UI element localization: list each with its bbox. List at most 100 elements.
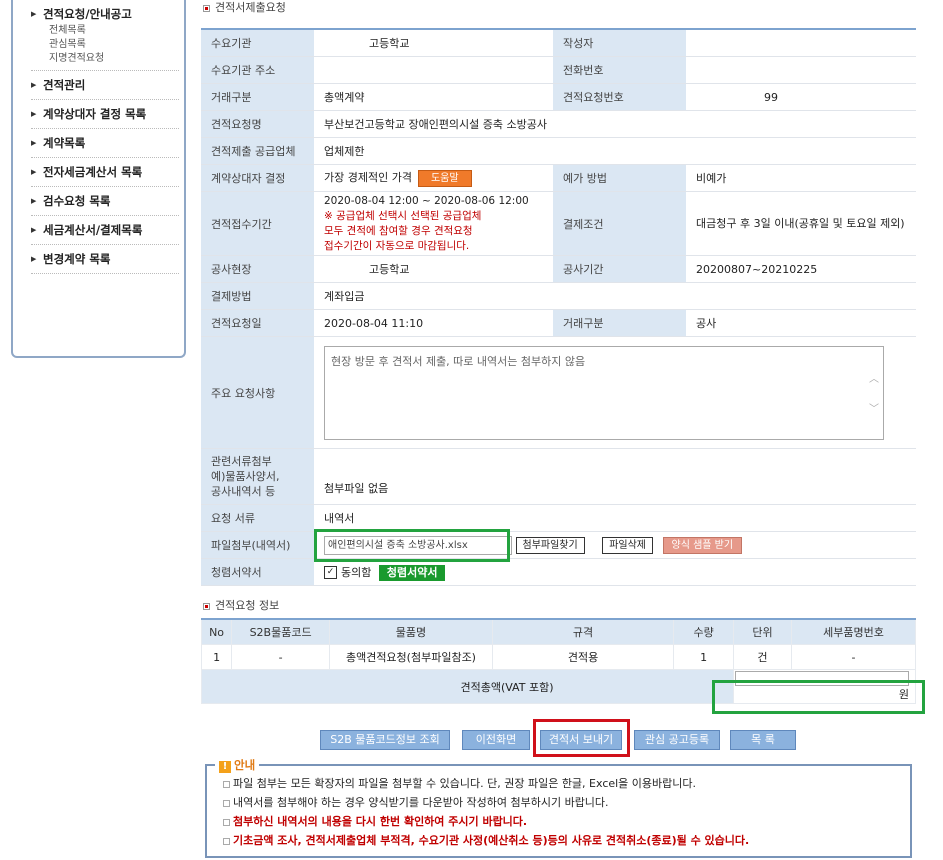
sidebar-submenu: 전체목록 관심목록 지명견적요청 — [31, 24, 179, 70]
col-name: 물품명 — [329, 618, 493, 645]
contract-decision-label: 계약상대자 결정 — [201, 164, 314, 192]
phone-value — [686, 56, 916, 84]
sidebar-item-label[interactable]: 전자세금계산서 목록 — [31, 158, 179, 186]
list-button[interactable]: 목 록 — [730, 730, 796, 750]
work-period-label: 공사기간 — [553, 255, 686, 283]
pay-method-label: 결제방법 — [201, 282, 314, 310]
sidebar-item-label[interactable]: 견적요청/안내공고 — [31, 0, 179, 24]
sidebar-item-label[interactable]: 견적관리 — [31, 71, 179, 99]
supplier-value: 업체제한 — [314, 137, 916, 165]
sidebar-subitem-interest[interactable]: 관심목록 — [49, 38, 179, 52]
writer-label: 작성자 — [553, 29, 686, 57]
send-highlight-box — [533, 719, 630, 757]
request-name-value: 부산보건고등학교 장애인편의시설 증축 소방공사 — [314, 110, 916, 138]
org-addr-value — [314, 56, 553, 84]
interest-register-button[interactable]: 관심 공고등록 — [634, 730, 720, 750]
request-date-label: 견적요청일 — [201, 309, 314, 337]
trade-type-label: 거래구분 — [201, 83, 314, 111]
pay-method-value: 계좌입금 — [314, 282, 916, 310]
table-header: No S2B물품코드 물품명 규격 수량 단위 세부품명번호 — [200, 618, 916, 645]
sidebar-item-label[interactable]: 검수요청 목록 — [31, 187, 179, 215]
phone-label: 전화번호 — [553, 56, 686, 84]
code-lookup-button[interactable]: S2B 물품코드정보 조회 — [320, 730, 450, 750]
req-doc-label: 요청 서류 — [201, 504, 314, 532]
sidebar-item-quote-manage[interactable]: 견적관리 — [31, 71, 179, 100]
notice-item: 기초금액 조사, 견적서제출업체 부적격, 수요기관 사정(예산취소 등)등의 … — [223, 831, 910, 850]
sidebar-item-inspection[interactable]: 검수요청 목록 — [31, 187, 179, 216]
req-doc-value: 내역서 — [314, 504, 916, 532]
org-addr-label: 수요기관 주소 — [201, 56, 314, 84]
period-value: 2020-08-04 12:00 ~ 2020-08-06 12:00 — [324, 194, 529, 207]
col-detail-no: 세부품명번호 — [791, 618, 916, 645]
prev-button[interactable]: 이전화면 — [462, 730, 530, 750]
sidebar-item-label[interactable]: 변경계약 목록 — [31, 245, 179, 273]
site-value: 고등학교 — [314, 255, 553, 283]
period-cell: 2020-08-04 12:00 ~ 2020-08-06 12:00 ※ 공급… — [314, 191, 553, 256]
total-highlight-box — [712, 680, 925, 714]
total-label: 견적총액(VAT 포함) — [201, 669, 734, 704]
trade-type2-value: 공사 — [686, 309, 916, 337]
request-no-label: 견적요청번호 — [553, 83, 686, 111]
contract-decision-value: 가장 경제적인 가격 — [324, 171, 412, 184]
file-highlight-box — [314, 529, 510, 562]
attach-label: 관련서류첨부 예)물품사양서, 공사내역서 등 — [201, 448, 314, 505]
sidebar-item-label[interactable]: 계약상대자 결정 목록 — [31, 100, 179, 128]
demand-org-value: 고등학교 — [314, 29, 553, 57]
find-file-button[interactable]: 첨부파일찾기 — [515, 536, 585, 554]
main-request-text: 현장 방문 후 견적서 제출, 따로 내역서는 첨부하지 않음 — [331, 354, 586, 368]
sidebar-item-tax-payment[interactable]: 세금계산서/결제목록 — [31, 216, 179, 245]
col-no: No — [200, 618, 233, 645]
section-title-quote-request: 견적서제출요청 — [201, 0, 916, 28]
agree-checkbox[interactable]: ✓ — [324, 566, 337, 579]
sidebar: 견적요청/안내공고 전체목록 관심목록 지명견적요청 견적관리 계약상대자 결정… — [11, 0, 186, 358]
help-button[interactable]: 도움말 — [417, 170, 472, 187]
sidebar-item-quote-request[interactable]: 견적요청/안내공고 전체목록 관심목록 지명견적요청 — [31, 0, 179, 71]
demand-org-label: 수요기관 — [201, 29, 314, 57]
col-unit: 단위 — [732, 618, 793, 645]
pledge-button[interactable]: 청렴서약서 — [378, 564, 446, 581]
main-request-textarea[interactable]: 현장 방문 후 견적서 제출, 따로 내역서는 첨부하지 않음 ︿ ﹀ — [324, 345, 884, 440]
site-label: 공사현장 — [201, 255, 314, 283]
sidebar-item-contract-list[interactable]: 계약목록 — [31, 129, 179, 158]
sidebar-item-change-contract[interactable]: 변경계약 목록 — [31, 245, 179, 274]
sidebar-menu: 견적요청/안내공고 전체목록 관심목록 지명견적요청 견적관리 계약상대자 결정… — [13, 0, 184, 274]
trade-type2-label: 거래구분 — [553, 309, 686, 337]
contract-decision-cell: 가장 경제적인 가격 도움말 — [314, 164, 553, 192]
textarea-scrollbar[interactable]: ︿ ﹀ — [867, 365, 881, 425]
main-request-label: 주요 요청사항 — [201, 336, 314, 449]
period-warning-3: 접수기간이 자동으로 마감됩니다. — [324, 239, 470, 252]
notice-box: ! 안내 파일 첨부는 모든 확장자의 파일을 첨부할 수 있습니다. 단, 권장… — [205, 757, 912, 858]
work-period-value: 20200807~20210225 — [686, 255, 916, 283]
delete-file-button[interactable]: 파일삭제 — [602, 536, 654, 554]
table-row: 1 - 총액견적요청(첨부파일참조) 견적용 1 건 - — [200, 644, 916, 670]
col-qty: 수량 — [673, 618, 734, 645]
section-title-request-info: 견적요청 정보 — [201, 598, 916, 618]
payment-cond-value: 대금청구 후 3일 이내(공휴일 및 토요일 제외) — [686, 191, 916, 256]
sidebar-item-label[interactable]: 계약목록 — [31, 129, 179, 157]
notice-item: 파일 첨부는 모든 확장자의 파일을 첨부할 수 있습니다. 단, 권장 파일은… — [223, 774, 910, 793]
quote-request-form: 수요기관 고등학교 작성자 수요기관 주소 전화번호 거래구분 총액계약 견적요… — [201, 28, 916, 586]
pledge-label: 청렴서약서 — [201, 558, 314, 586]
file-label: 파일첨부(내역서) — [201, 531, 314, 559]
pledge-cell: ✓ 동의함 청렴서약서 — [314, 558, 916, 586]
sample-download-button[interactable]: 양식 샘플 받기 — [662, 536, 743, 554]
price-method-label: 예가 방법 — [553, 164, 686, 192]
sidebar-subitem-named[interactable]: 지명견적요청 — [49, 52, 179, 66]
request-no-value: 99 — [686, 83, 916, 111]
trade-type-value: 총액계약 — [314, 83, 553, 111]
sidebar-subitem-all[interactable]: 전체목록 — [49, 24, 179, 38]
main-request-cell: 현장 방문 후 견적서 제출, 따로 내역서는 첨부하지 않음 ︿ ﹀ — [314, 336, 916, 449]
request-name-label: 견적요청명 — [201, 110, 314, 138]
period-label: 견적접수기간 — [201, 191, 314, 256]
notice-item: 첨부하신 내역서의 내용을 다시 한번 확인하여 주시기 바랍니다. — [223, 812, 910, 831]
info-icon: ! — [219, 761, 231, 773]
notice-title: ! 안내 — [215, 757, 260, 773]
sidebar-item-e-tax-invoice[interactable]: 전자세금계산서 목록 — [31, 158, 179, 187]
period-warning-2: 모두 견적에 참여할 경우 견적요청 — [324, 224, 473, 237]
agree-label: 동의함 — [341, 565, 372, 579]
sidebar-item-label[interactable]: 세금계산서/결제목록 — [31, 216, 179, 244]
period-warning-1: ※ 공급업체 선택시 선택된 공급업체 — [324, 209, 482, 222]
supplier-label: 견적제출 공급업체 — [201, 137, 314, 165]
notice-list: 파일 첨부는 모든 확장자의 파일을 첨부할 수 있습니다. 단, 권장 파일은… — [207, 766, 910, 850]
sidebar-item-contract-decision[interactable]: 계약상대자 결정 목록 — [31, 100, 179, 129]
